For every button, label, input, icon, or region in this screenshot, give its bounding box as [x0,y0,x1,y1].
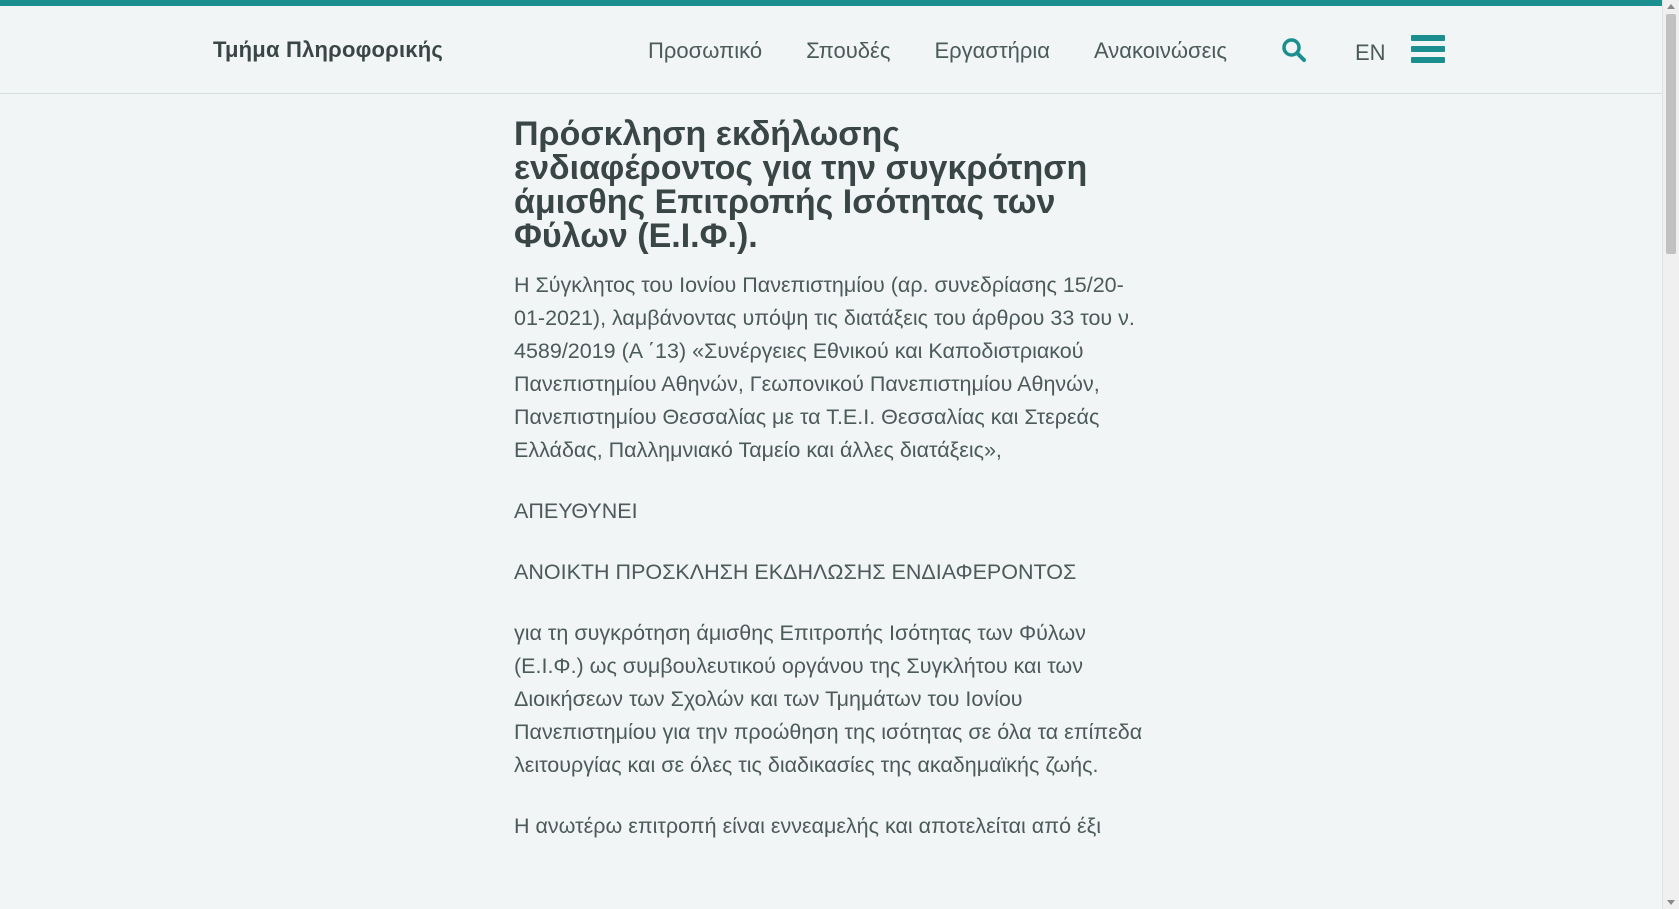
site-title[interactable]: Τμήμα Πληροφορικής [213,37,443,63]
main-nav: Προσωπικό Σπουδές Εργαστήρια Ανακοινώσει… [648,38,1271,64]
article-paragraph: ΑΠΕΥΘΥΝΕΙ [514,499,638,523]
article: Πρόσκληση εκδήλωσης ενδιαφέροντος για τη… [514,117,1154,843]
article-paragraph: ΑΝΟΙΚΤΗ ΠΡΟΣΚΛΗΣΗ ΕΚΔΗΛΩΣΗΣ ΕΝΔΙΑΦΕΡΟΝΤΟ… [514,560,1077,584]
search-icon[interactable] [1281,37,1307,63]
nav-item-studies[interactable]: Σπουδές [806,38,890,64]
hamburger-menu-icon[interactable] [1411,35,1445,65]
site-header: Τμήμα Πληροφορικής Προσωπικό Σπουδές Εργ… [0,6,1662,94]
nav-item-announcements[interactable]: Ανακοινώσεις [1094,38,1227,64]
page: Τμήμα Πληροφορικής Προσωπικό Σπουδές Εργ… [0,0,1679,909]
nav-item-staff[interactable]: Προσωπικό [648,38,762,64]
scroll-up-arrow-icon[interactable] [1667,4,1675,9]
vertical-scrollbar[interactable] [1662,0,1679,909]
scrollbar-thumb[interactable] [1666,14,1676,254]
scroll-down-arrow-icon[interactable] [1667,900,1675,905]
nav-item-labs[interactable]: Εργαστήρια [934,38,1050,64]
article-paragraph: Η Σύγκλητος του Ιονίου Πανεπιστημίου (αρ… [514,273,1135,462]
article-paragraph: Η ανωτέρω επιτροπή είναι εννεαμελής και … [514,814,1101,838]
article-title: Πρόσκληση εκδήλωσης ενδιαφέροντος για τη… [514,115,1088,255]
language-switch-link[interactable]: EN [1355,40,1386,66]
article-paragraph: για τη συγκρότηση άμισθης Επιτροπής Ισότ… [514,621,1143,777]
